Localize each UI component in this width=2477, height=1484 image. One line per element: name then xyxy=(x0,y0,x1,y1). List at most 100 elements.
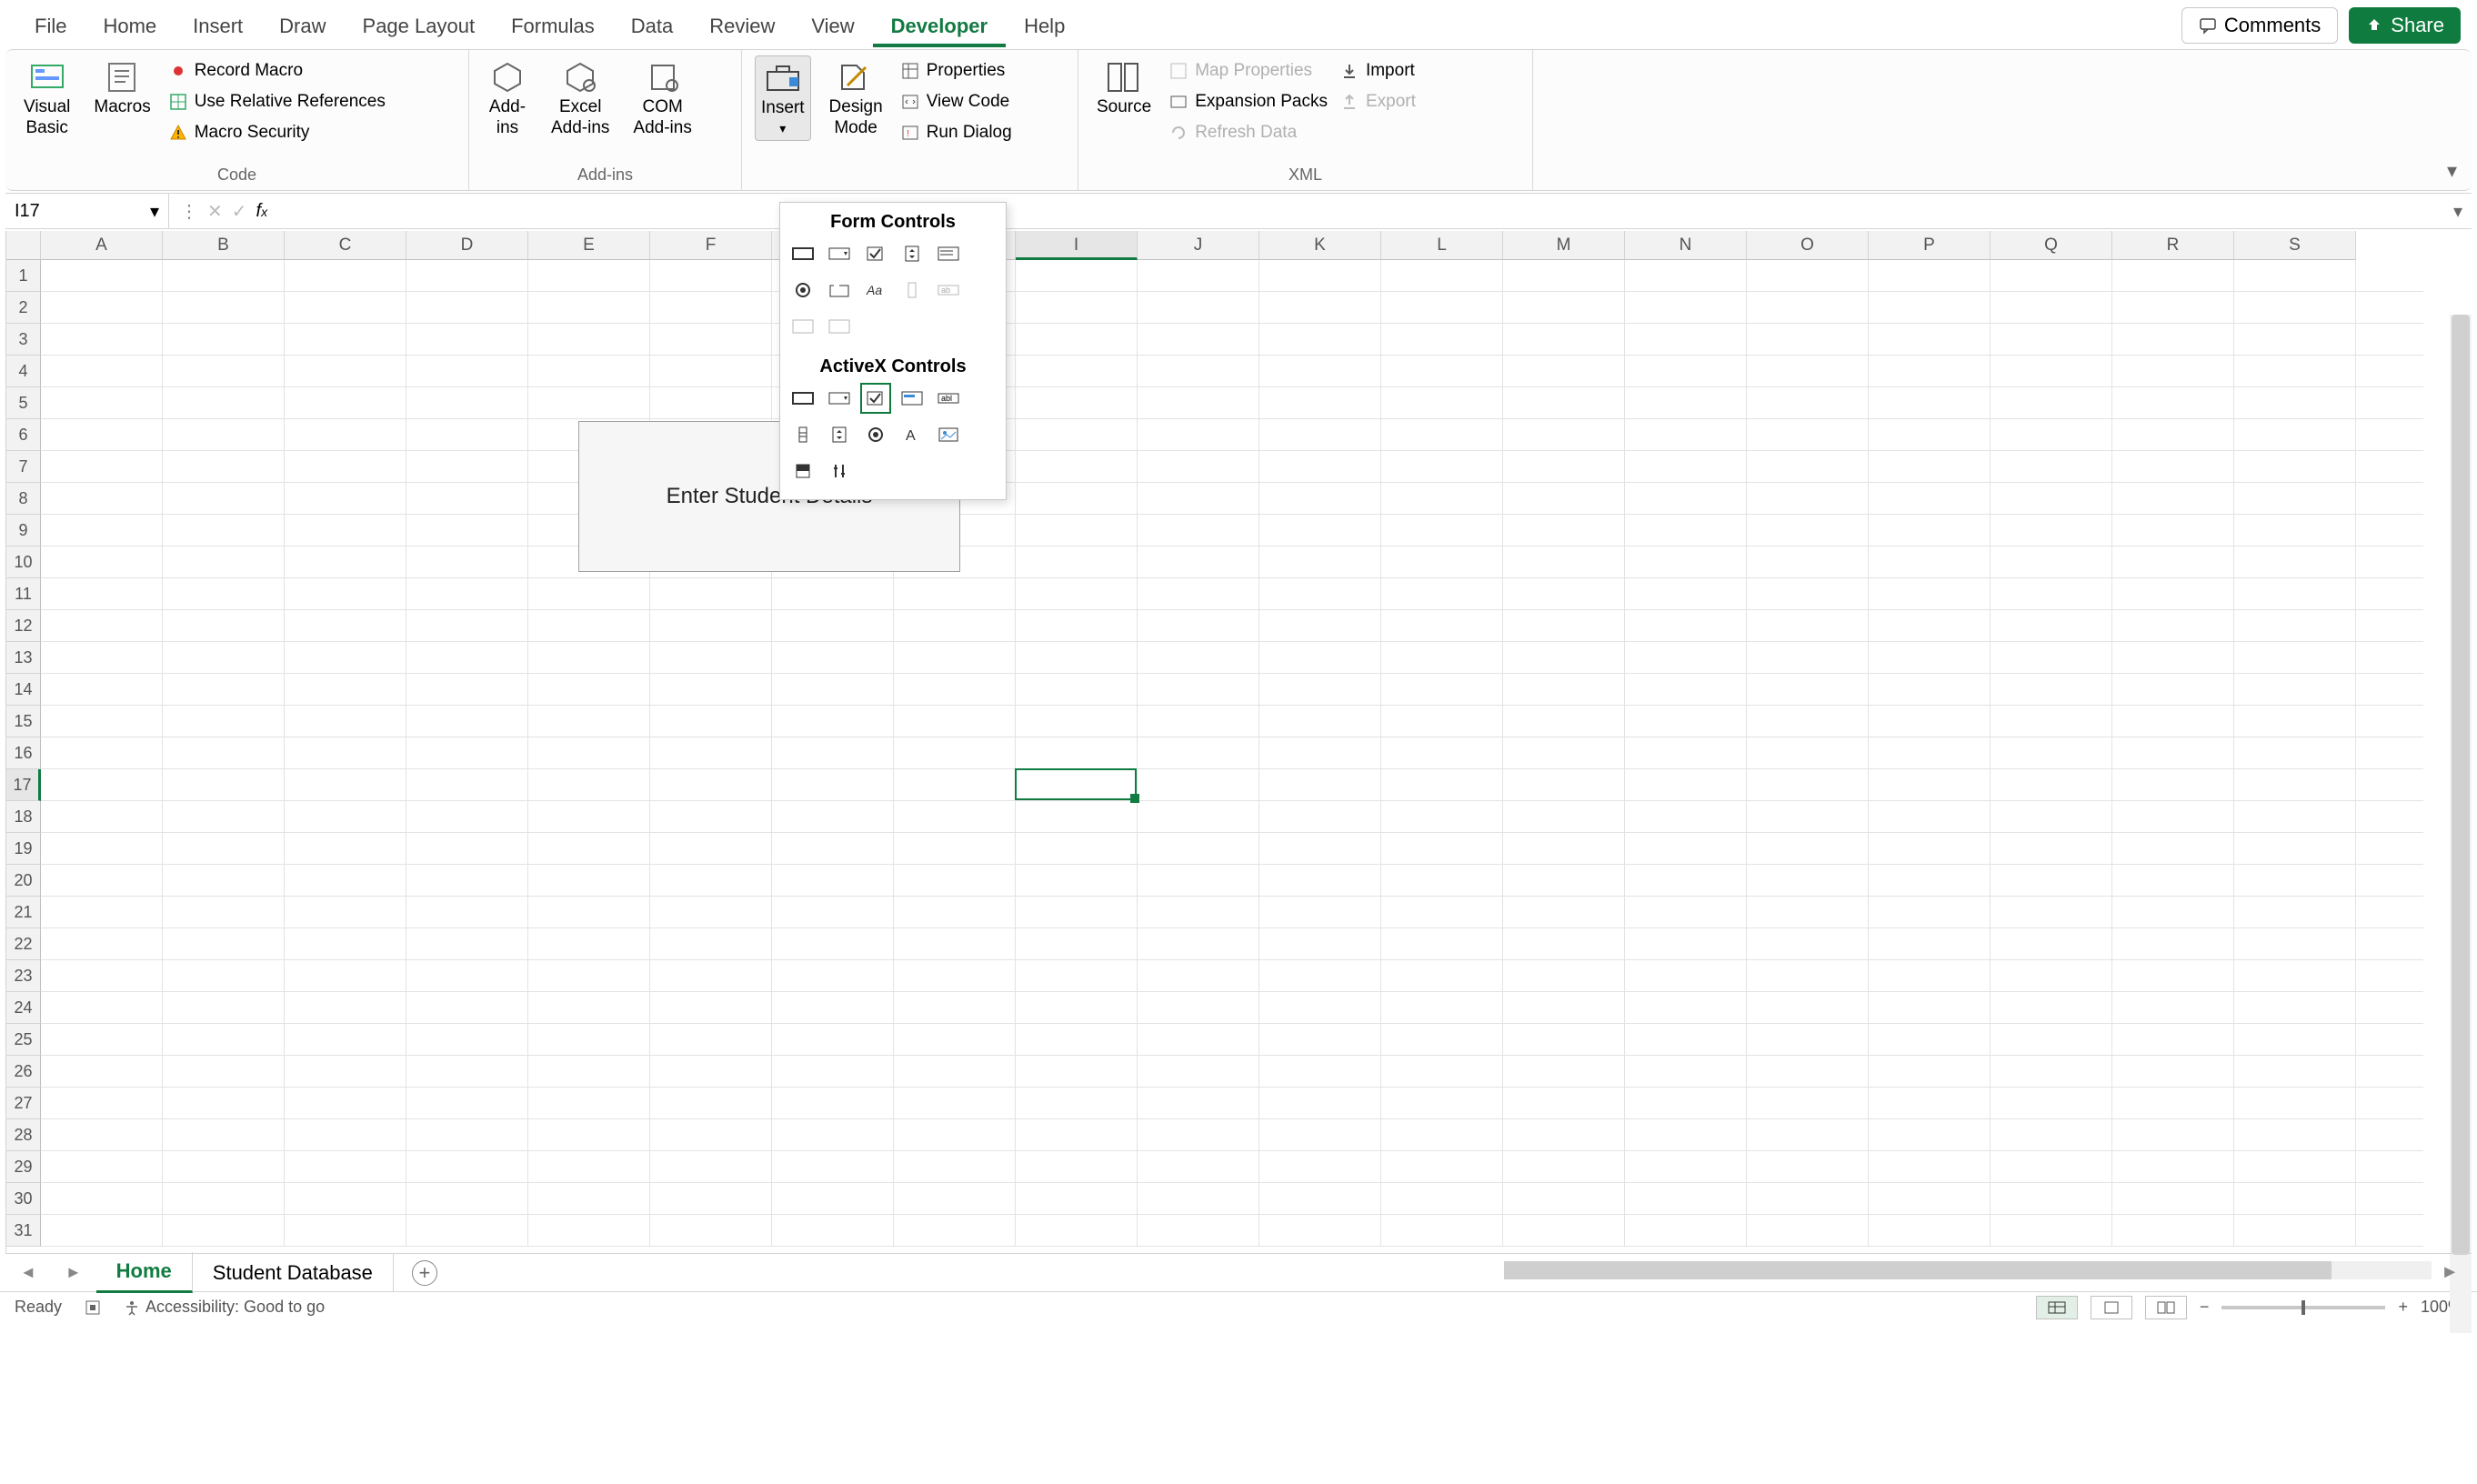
cells-area[interactable] xyxy=(41,260,2423,1247)
macros-button[interactable]: Macros xyxy=(88,55,155,122)
tab-developer[interactable]: Developer xyxy=(873,4,1006,47)
zoom-slider-knob[interactable] xyxy=(2302,1300,2305,1315)
ax-spinbutton-icon[interactable] xyxy=(824,419,855,450)
add-sheet-button[interactable]: + xyxy=(412,1260,437,1286)
row-header-21[interactable]: 21 xyxy=(6,897,41,928)
select-all-corner[interactable] xyxy=(6,231,41,260)
form-checkbox-icon[interactable] xyxy=(860,238,891,269)
tab-review[interactable]: Review xyxy=(691,4,793,47)
macro-security-button[interactable]: Macro Security xyxy=(169,121,386,145)
row-header-11[interactable]: 11 xyxy=(6,578,41,610)
column-header-B[interactable]: B xyxy=(163,231,285,260)
source-button[interactable]: Source xyxy=(1091,55,1157,122)
ax-combobox-icon[interactable] xyxy=(824,383,855,414)
zoom-out-button[interactable]: − xyxy=(2200,1298,2210,1317)
column-header-R[interactable]: R xyxy=(2112,231,2234,260)
row-header-15[interactable]: 15 xyxy=(6,706,41,737)
ax-label-icon[interactable]: A xyxy=(897,419,928,450)
tab-home[interactable]: Home xyxy=(85,4,175,47)
row-header-13[interactable]: 13 xyxy=(6,642,41,674)
column-header-A[interactable]: A xyxy=(41,231,163,260)
tab-file[interactable]: File xyxy=(16,4,85,47)
row-header-1[interactable]: 1 xyxy=(6,260,41,292)
ax-textbox-icon[interactable]: abl xyxy=(933,383,964,414)
ax-commandbutton-icon[interactable] xyxy=(787,383,818,414)
cancel-icon[interactable]: ✕ xyxy=(207,200,223,223)
name-box[interactable]: I17 ▾ xyxy=(5,194,169,228)
row-header-14[interactable]: 14 xyxy=(6,674,41,706)
sheet-nav-next[interactable]: ► xyxy=(51,1263,96,1282)
addins-button[interactable]: Add- ins xyxy=(482,55,533,143)
form-listbox-icon[interactable] xyxy=(933,238,964,269)
form-button-icon[interactable] xyxy=(787,238,818,269)
row-header-27[interactable]: 27 xyxy=(6,1088,41,1119)
sheet-nav-prev[interactable]: ◄ xyxy=(5,1263,51,1282)
sheet-tab-student-database[interactable]: Student Database xyxy=(193,1254,394,1292)
column-header-D[interactable]: D xyxy=(406,231,528,260)
column-header-L[interactable]: L xyxy=(1381,231,1503,260)
view-code-button[interactable]: View Code xyxy=(901,90,1012,114)
column-header-M[interactable]: M xyxy=(1503,231,1625,260)
sheet-tab-home[interactable]: Home xyxy=(96,1252,193,1293)
column-header-S[interactable]: S xyxy=(2234,231,2356,260)
ax-scrollbar-icon[interactable] xyxy=(787,419,818,450)
more-icon[interactable]: ⋮ xyxy=(180,200,198,223)
tab-page-layout[interactable]: Page Layout xyxy=(345,4,494,47)
tab-data[interactable]: Data xyxy=(613,4,691,47)
comments-button[interactable]: Comments xyxy=(2181,7,2338,44)
row-header-28[interactable]: 28 xyxy=(6,1119,41,1151)
normal-view-button[interactable] xyxy=(2036,1296,2078,1319)
vertical-scroll-thumb[interactable] xyxy=(2452,315,2470,1255)
column-header-I[interactable]: I xyxy=(1016,231,1138,260)
row-header-3[interactable]: 3 xyxy=(6,324,41,356)
row-header-23[interactable]: 23 xyxy=(6,960,41,992)
expand-formula-bar-button[interactable]: ▾ xyxy=(2444,194,2472,228)
ax-optionbutton-icon[interactable] xyxy=(860,419,891,450)
form-combobox-icon[interactable] xyxy=(824,238,855,269)
fx-icon[interactable]: fx xyxy=(256,201,268,222)
row-header-20[interactable]: 20 xyxy=(6,865,41,897)
scroll-right-button[interactable]: ► xyxy=(2441,1262,2459,1283)
ax-image-icon[interactable] xyxy=(933,419,964,450)
row-header-29[interactable]: 29 xyxy=(6,1151,41,1183)
use-relative-references-button[interactable]: Use Relative References xyxy=(169,90,386,114)
row-header-10[interactable]: 10 xyxy=(6,546,41,578)
row-header-6[interactable]: 6 xyxy=(6,419,41,451)
column-header-N[interactable]: N xyxy=(1625,231,1747,260)
column-header-E[interactable]: E xyxy=(528,231,650,260)
zoom-in-button[interactable]: + xyxy=(2398,1298,2408,1317)
properties-button[interactable]: Properties xyxy=(901,59,1012,83)
record-macro-button[interactable]: Record Macro xyxy=(169,59,386,83)
ax-checkbox-icon[interactable] xyxy=(860,383,891,414)
import-button[interactable]: Import xyxy=(1340,59,1416,83)
row-header-12[interactable]: 12 xyxy=(6,610,41,642)
column-header-Q[interactable]: Q xyxy=(1991,231,2112,260)
ax-listbox-icon[interactable] xyxy=(897,383,928,414)
row-header-26[interactable]: 26 xyxy=(6,1056,41,1088)
fill-handle[interactable] xyxy=(1130,794,1139,803)
column-header-C[interactable]: C xyxy=(285,231,406,260)
design-mode-button[interactable]: Design Mode xyxy=(824,55,888,143)
row-header-2[interactable]: 2 xyxy=(6,292,41,324)
row-header-17[interactable]: 17 xyxy=(6,769,41,801)
row-header-19[interactable]: 19 xyxy=(6,833,41,865)
excel-addins-button[interactable]: Excel Add-ins xyxy=(546,55,615,143)
ax-togglebutton-icon[interactable] xyxy=(787,456,818,486)
column-header-O[interactable]: O xyxy=(1747,231,1869,260)
vertical-scrollbar[interactable] xyxy=(2450,315,2472,1333)
form-option-icon[interactable] xyxy=(787,275,818,306)
form-spin-icon[interactable] xyxy=(897,238,928,269)
row-header-8[interactable]: 8 xyxy=(6,483,41,515)
active-cell[interactable] xyxy=(1015,768,1137,800)
tab-help[interactable]: Help xyxy=(1006,4,1083,47)
tab-formulas[interactable]: Formulas xyxy=(493,4,613,47)
share-button[interactable]: Share xyxy=(2349,7,2461,44)
row-header-5[interactable]: 5 xyxy=(6,387,41,419)
column-header-P[interactable]: P xyxy=(1869,231,1991,260)
enter-icon[interactable]: ✓ xyxy=(232,200,247,223)
page-layout-view-button[interactable] xyxy=(2091,1296,2132,1319)
row-headers[interactable]: 1234567891011121314151617181920212223242… xyxy=(6,260,41,1247)
column-headers[interactable]: ABCDEFGHIJKLMNOPQRS xyxy=(41,231,2356,260)
form-label-icon[interactable]: Aa xyxy=(860,275,891,306)
expansion-packs-button[interactable]: Expansion Packs xyxy=(1169,90,1328,114)
